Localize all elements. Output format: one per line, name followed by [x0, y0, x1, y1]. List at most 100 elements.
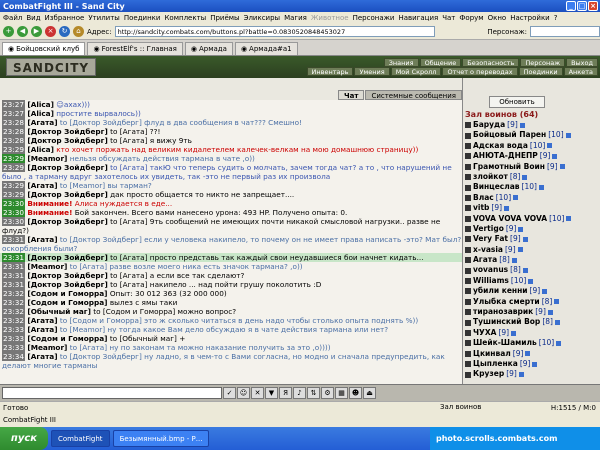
player-name[interactable]: тиранозаврик [473, 307, 533, 317]
player-item[interactable]: Крузер [9] [465, 369, 599, 379]
player-item[interactable]: Адская вода [10] [465, 141, 599, 151]
player-name[interactable]: Шейк-Шамиль [473, 338, 537, 348]
message-nick[interactable]: [Alica] [27, 100, 54, 109]
address-input[interactable] [114, 26, 435, 37]
message-time[interactable]: 23:31 [2, 280, 26, 289]
message-nick[interactable]: [Агата] [27, 118, 57, 127]
player-name[interactable]: Williams [473, 276, 509, 286]
message-time[interactable]: 23:27 [2, 100, 26, 109]
home-icon[interactable]: ⌂ [73, 26, 84, 37]
nav-knowledge[interactable]: Знания [383, 58, 419, 67]
message-nick[interactable]: [Агата] [27, 316, 57, 325]
nav-exit[interactable]: Выход [566, 58, 598, 67]
message-nick[interactable]: [Alica] [27, 109, 54, 118]
player-item[interactable]: Грамотный Воин [9] [465, 162, 599, 172]
message-nick[interactable]: Внимание! [27, 199, 72, 208]
message-time[interactable]: 23:28 [2, 136, 26, 145]
translit-icon[interactable]: Я [279, 387, 292, 399]
task-paint[interactable]: Безымянный.bmp - Р... [112, 430, 210, 447]
player-name[interactable]: VOVA VOVA VOVA [473, 214, 547, 224]
message-nick[interactable]: [Доктор Зойдберг] [27, 190, 107, 199]
menu-techniques[interactable]: Приёмы [210, 14, 239, 22]
player-item[interactable]: Very Fat [9] [465, 234, 599, 244]
message-nick[interactable]: [Meamor] [27, 262, 67, 271]
nav-transfer-report[interactable]: Отчет о переводах [442, 67, 518, 76]
message-nick[interactable]: [Агата] [27, 235, 57, 244]
info-icon[interactable] [566, 216, 572, 222]
info-icon[interactable] [522, 174, 528, 180]
nav-character[interactable]: Персонаж [520, 58, 566, 67]
player-name[interactable]: x-vasia [473, 245, 503, 255]
refresh-button[interactable]: Обновить [489, 96, 545, 108]
menu-help[interactable]: ? [554, 14, 558, 22]
message-time[interactable]: 23:30 [2, 208, 26, 217]
message-nick[interactable]: [Доктор Зойдберг] [27, 253, 107, 262]
player-item[interactable]: АНЮТА-ДНЕПР [9] [465, 151, 599, 161]
info-icon[interactable] [556, 340, 562, 346]
nav-inventory[interactable]: Инвентарь [306, 67, 354, 76]
tab-system-messages[interactable]: Системные сообщения [365, 90, 462, 100]
player-item[interactable]: Тушинский Вор [8] [465, 317, 599, 327]
tab-fight-club[interactable]: ◉ Бойцовский клуб [2, 42, 86, 55]
message-time[interactable]: 23:31 [2, 253, 26, 262]
message-nick[interactable]: [Агата] [27, 352, 57, 361]
menu-fights[interactable]: Поединки [124, 14, 161, 22]
message-nick[interactable]: [Доктор Зойдберг] [27, 271, 107, 280]
player-item[interactable]: Бойцовый Парен [10] [465, 130, 599, 140]
info-icon[interactable] [554, 299, 560, 305]
menu-sets[interactable]: Комплекты [164, 14, 206, 22]
message-time[interactable]: 23:31 [2, 235, 26, 244]
player-name[interactable]: Адская вода [473, 141, 528, 151]
player-item[interactable]: Цкинвал [9] [465, 349, 599, 359]
nav-fights[interactable]: Поединки [518, 67, 563, 76]
message-nick[interactable]: [Агата] [27, 325, 57, 334]
player-item[interactable]: тиранозаврик [9] [465, 307, 599, 317]
player-name[interactable]: Улыбка смерти [473, 297, 540, 307]
info-icon[interactable] [542, 288, 548, 294]
info-icon[interactable] [511, 257, 517, 263]
player-name[interactable]: vovanus [473, 265, 508, 275]
message-nick[interactable]: [Агата] [27, 181, 57, 190]
message-nick[interactable]: [Содом и Гоморра] [27, 289, 107, 298]
player-item[interactable]: убили кенни [9] [465, 286, 599, 296]
message-input[interactable] [2, 387, 222, 399]
message-time[interactable]: 23:33 [2, 343, 26, 352]
message-nick[interactable]: [Доктор Зойдберг] [27, 163, 107, 172]
info-icon[interactable] [518, 226, 524, 232]
player-name[interactable]: Тушинский Вор [473, 317, 540, 327]
info-icon[interactable] [511, 330, 517, 336]
player-item[interactable]: vitb [9] [465, 203, 599, 213]
player-name[interactable]: злойкот [473, 172, 508, 182]
player-item[interactable]: Williams [10] [465, 276, 599, 286]
map-icon[interactable]: ▦ [335, 387, 348, 399]
player-name[interactable]: Влас [473, 193, 494, 203]
message-nick[interactable]: [Доктор Зойдберг] [27, 217, 107, 226]
message-time[interactable]: 23:29 [2, 154, 26, 163]
menu-settings[interactable]: Настройки [510, 14, 550, 22]
info-icon[interactable] [565, 133, 571, 139]
task-combatfight[interactable]: CombatFight [51, 430, 110, 447]
message-time[interactable]: 23:28 [2, 127, 26, 136]
nav-my-scroll[interactable]: Мой Скролл [390, 67, 442, 76]
message-time[interactable]: 23:34 [2, 352, 26, 361]
message-time[interactable]: 23:29 [2, 181, 26, 190]
info-icon[interactable] [552, 153, 558, 159]
info-icon[interactable] [547, 143, 553, 149]
player-name[interactable]: Винцеслав [473, 182, 520, 192]
info-icon[interactable] [525, 351, 531, 357]
menu-favorites[interactable]: Избранное [45, 14, 85, 22]
message-nick[interactable]: [Meamor] [27, 343, 67, 352]
player-name[interactable]: АНЮТА-ДНЕПР [473, 151, 538, 161]
tab-forestelf[interactable]: ◉ ForestElf's :: Главная [87, 42, 183, 55]
message-time[interactable]: 23:32 [2, 289, 26, 298]
start-button[interactable]: пуск [0, 427, 48, 450]
message-nick[interactable]: [Содом и Гоморра] [27, 334, 107, 343]
stop-icon[interactable]: × [45, 26, 56, 37]
info-icon[interactable] [547, 309, 553, 315]
menu-elixirs[interactable]: Эликсиры [244, 14, 281, 22]
menu-navigation[interactable]: Навигация [398, 14, 438, 22]
info-icon[interactable] [522, 268, 528, 274]
player-name[interactable]: vitb [473, 203, 489, 213]
menu-window[interactable]: Окно [488, 14, 507, 22]
player-name[interactable]: Крузер [473, 369, 504, 379]
